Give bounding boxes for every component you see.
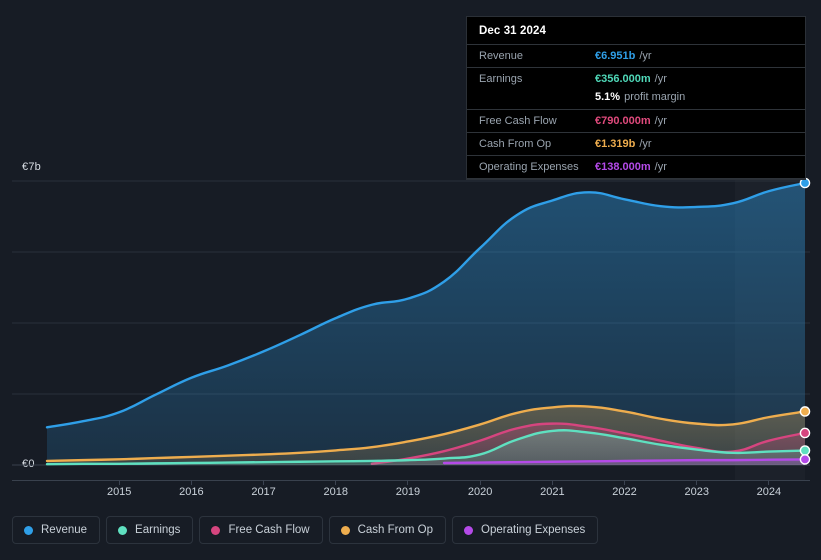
tooltip-key-cash-from-op: Cash From Op xyxy=(479,138,552,150)
financial-chart-app: €7b €0 2015 2016 2017 2018 2019 2020 202… xyxy=(0,0,821,560)
legend-color-dot-icon xyxy=(464,525,474,535)
tooltip-key-free-cash-flow: Free Cash Flow xyxy=(479,115,557,127)
legend-item-earnings[interactable]: Earnings xyxy=(106,516,194,544)
legend-item-label: Revenue xyxy=(41,524,88,536)
x-axis-tick-label: 2015 xyxy=(106,486,132,498)
tooltip-unit-earnings: /yr xyxy=(654,73,667,85)
tooltip-value-profit-margin: 5.1% xyxy=(595,91,621,103)
data-tooltip: Dec 31 2024 Revenue €6.951b /yr Earnings… xyxy=(466,16,806,180)
legend-color-dot-icon xyxy=(24,525,33,535)
tooltip-key-earnings: Earnings xyxy=(479,73,523,85)
tooltip-value-earnings: €356.000m xyxy=(595,73,651,85)
x-axis-tick-label: 2021 xyxy=(540,486,565,498)
x-axis-tick-label: 2020 xyxy=(467,486,493,498)
x-axis-tick-mark xyxy=(479,480,481,485)
tooltip-key-operating-expenses: Operating Expenses xyxy=(479,161,579,173)
legend-item-label: Earnings xyxy=(135,524,181,536)
x-axis-tick-mark xyxy=(696,480,698,485)
x-axis-tick-mark xyxy=(118,480,120,485)
chart-svg xyxy=(12,177,811,466)
series-layer xyxy=(45,181,807,466)
x-axis-tick-mark xyxy=(768,480,770,485)
x-axis-tick-mark xyxy=(551,480,553,485)
legend-color-dot-icon xyxy=(118,525,128,535)
x-axis-tick-mark xyxy=(263,480,265,485)
x-axis-tick-label: 2019 xyxy=(395,486,421,498)
tooltip-unit-revenue: /yr xyxy=(639,50,652,62)
legend-item-operating-expenses[interactable]: Operating Expenses xyxy=(452,516,599,544)
legend-item-revenue[interactable]: Revenue xyxy=(12,516,101,544)
tooltip-row-operating-expenses: Operating Expenses €138.000m /yr xyxy=(467,155,805,178)
x-axis: 2015 2016 2017 2018 2019 2020 2021 2022 2023 2024 xyxy=(0,480,821,506)
legend-color-dot-icon xyxy=(340,525,350,535)
legend-item-label: Operating Expenses xyxy=(481,524,586,536)
legend-item-label: Free Cash Flow xyxy=(228,524,310,536)
tooltip-row-cash-from-op: Cash From Op €1.319b /yr xyxy=(467,132,805,155)
tooltip-unit-free-cash-flow: /yr xyxy=(654,115,667,127)
tooltip-row-free-cash-flow: Free Cash Flow €790.000m /yr xyxy=(467,109,805,132)
x-axis-tick-label: 2017 xyxy=(251,486,276,498)
tooltip-date: Dec 31 2024 xyxy=(479,25,546,37)
legend-item-cash-from-op[interactable]: Cash From Op xyxy=(328,516,447,544)
tooltip-row-profit-margin: 5.1% profit margin xyxy=(467,90,805,109)
x-axis-tick-mark xyxy=(407,480,409,485)
tooltip-divider xyxy=(467,178,805,179)
end-marker-free-cash-flow[interactable] xyxy=(799,427,811,439)
legend-color-dot-icon xyxy=(211,525,221,535)
legend-item-free-cash-flow[interactable]: Free Cash Flow xyxy=(199,516,323,544)
x-axis-rule xyxy=(12,480,810,481)
tooltip-row-revenue: Revenue €6.951b /yr xyxy=(467,44,805,67)
tooltip-value-operating-expenses: €138.000m xyxy=(595,161,651,173)
tooltip-label-profit-margin: profit margin xyxy=(624,91,686,103)
chart-plot-area xyxy=(0,160,821,480)
tooltip-value-free-cash-flow: €790.000m xyxy=(595,115,651,127)
x-axis-tick-label: 2022 xyxy=(612,486,637,498)
x-axis-tick-label: 2018 xyxy=(323,486,348,498)
legend-item-label: Cash From Op xyxy=(357,524,434,536)
tooltip-value-revenue: €6.951b xyxy=(595,50,636,62)
x-axis-tick-label: 2016 xyxy=(179,486,204,498)
tooltip-row-earnings: Earnings €356.000m /yr xyxy=(467,67,805,90)
end-marker-cash-from-op[interactable] xyxy=(799,406,811,417)
x-axis-tick-mark xyxy=(624,480,626,485)
x-axis-tick-label: 2023 xyxy=(684,486,709,498)
tooltip-unit-cash-from-op: /yr xyxy=(639,138,652,150)
tooltip-key-revenue: Revenue xyxy=(479,50,524,62)
chart-legend: Revenue Earnings Free Cash Flow Cash From O… xyxy=(12,516,599,544)
x-axis-tick-label: 2024 xyxy=(756,486,782,498)
x-axis-tick-mark xyxy=(190,480,192,485)
x-axis-tick-mark xyxy=(335,480,337,485)
tooltip-unit-operating-expenses: /yr xyxy=(654,161,667,173)
end-marker-operating-expenses[interactable] xyxy=(799,454,811,465)
end-marker-earnings[interactable] xyxy=(799,445,811,456)
tooltip-value-cash-from-op: €1.319b xyxy=(595,138,636,150)
